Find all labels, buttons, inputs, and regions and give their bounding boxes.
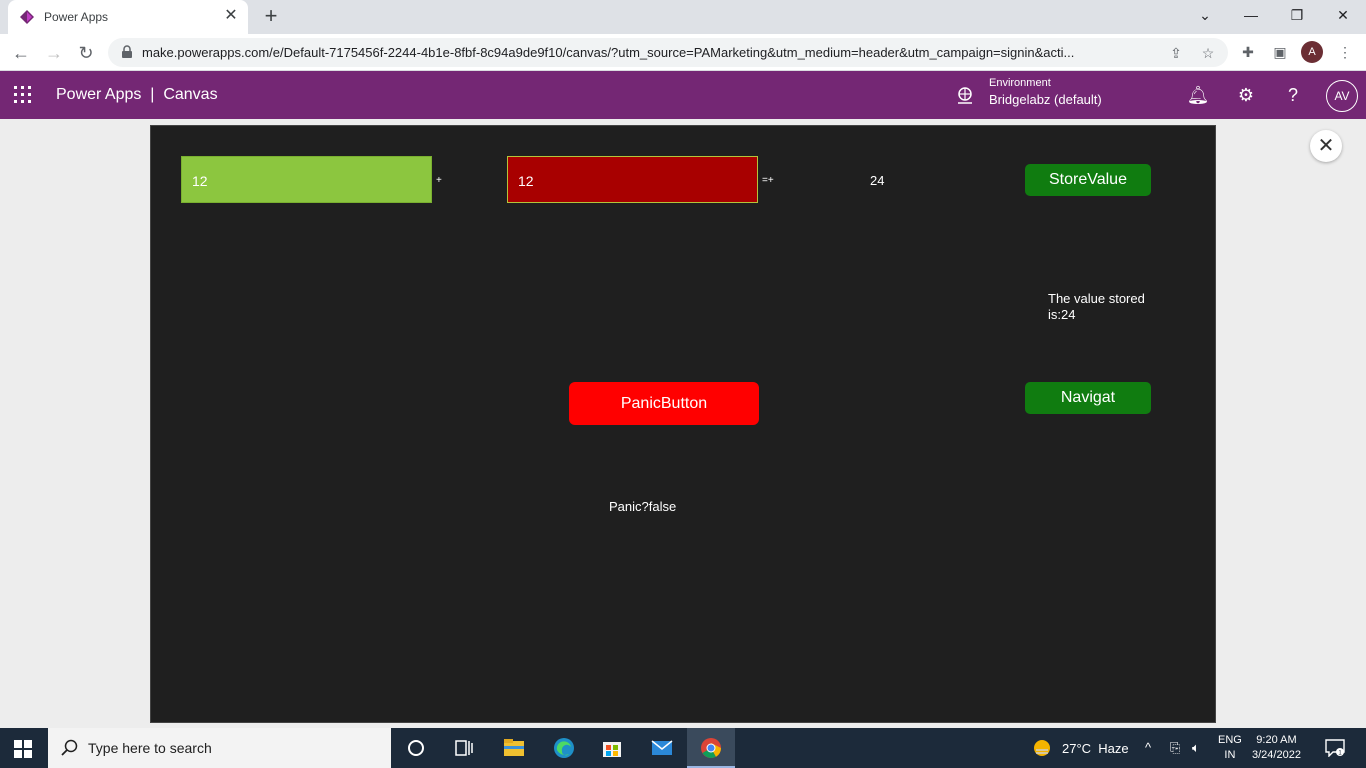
app-launcher-waffle-icon[interactable] [14, 86, 32, 104]
file-explorer-icon[interactable] [502, 736, 526, 760]
weather-haze-icon [1034, 740, 1050, 756]
browser-tab[interactable]: Power Apps ✕ [8, 0, 248, 34]
panic-status-label: Panic?false [609, 499, 677, 514]
stored-value-label: The value stored is:24 [1048, 291, 1145, 322]
environment-value[interactable]: Bridgelabz (default) [989, 92, 1102, 107]
address-bar-row: ← → ↻ make.powerapps.com/e/Default-71754… [0, 34, 1366, 71]
side-panel-icon[interactable]: ▣ [1269, 41, 1291, 63]
taskbar-search-box[interactable]: Type here to search [48, 728, 391, 768]
lock-icon [122, 45, 132, 58]
forward-arrow-icon[interactable]: → [42, 41, 66, 65]
windows-taskbar: Type here to search 27°C Haze ^ ⎘ 🔈︎ ENG… [0, 728, 1366, 768]
omnibox[interactable]: make.powerapps.com/e/Default-7175456f-22… [108, 38, 1228, 67]
chrome-taskbar-item[interactable] [687, 728, 735, 768]
plus-label: + [436, 175, 442, 186]
back-arrow-icon[interactable]: ← [9, 41, 33, 65]
reload-icon[interactable]: ↻ [74, 41, 98, 65]
store-value-button[interactable]: StoreValue [1025, 164, 1151, 196]
browser-menu-icon[interactable]: ⋮ [1334, 41, 1356, 63]
search-icon [61, 739, 78, 756]
network-icon[interactable]: ⎘ [1170, 740, 1180, 756]
language-code: ENG [1218, 734, 1242, 746]
app-title: Power Apps | Canvas [56, 86, 218, 103]
user-avatar[interactable]: AV [1326, 80, 1358, 112]
windows-start-icon[interactable] [14, 740, 32, 758]
tray-chevron-up-icon[interactable]: ^ [1145, 740, 1151, 755]
share-icon[interactable]: ⇪ [1166, 43, 1186, 63]
region-code: IN [1224, 749, 1236, 761]
power-apps-header: Power Apps | Canvas Environment Bridgela… [0, 71, 1366, 119]
url-text[interactable]: make.powerapps.com/e/Default-7175456f-22… [142, 45, 1142, 60]
window-close-icon[interactable]: ✕ [1328, 4, 1358, 26]
navigate-button[interactable]: Navigat [1025, 382, 1151, 414]
notification-center-icon[interactable]: 1 [1325, 739, 1345, 757]
equals-label: =+ [762, 175, 774, 186]
search-placeholder: Type here to search [88, 740, 212, 756]
tab-title: Power Apps [44, 10, 109, 24]
restore-icon[interactable]: ❐ [1282, 4, 1312, 26]
clock-date: 3/24/2022 [1252, 749, 1301, 761]
language-indicator[interactable]: ENG IN [1218, 733, 1242, 763]
help-question-icon[interactable]: ? [1281, 83, 1305, 107]
bookmark-star-icon[interactable]: ☆ [1198, 43, 1218, 63]
close-preview-icon[interactable]: ✕ [1310, 130, 1342, 162]
panic-button[interactable]: PanicButton [569, 382, 759, 425]
environment-icon [958, 87, 972, 104]
system-clock[interactable]: 9:20 AM 3/24/2022 [1252, 733, 1301, 763]
notifications-bell-icon[interactable]: 🔔︎ [1186, 83, 1210, 107]
weather-text[interactable]: 27°C Haze [1062, 741, 1129, 756]
tab-search-chevron-icon[interactable]: ⌄ [1190, 4, 1220, 26]
chrome-icon [701, 738, 722, 758]
tab-close-icon[interactable]: ✕ [222, 7, 240, 25]
volume-icon[interactable]: 🔈︎ [1192, 740, 1200, 756]
minimize-icon[interactable]: — [1236, 4, 1266, 26]
number-input-2[interactable]: 12 [507, 156, 758, 203]
mail-icon[interactable] [650, 736, 674, 760]
environment-label: Environment [989, 77, 1051, 89]
new-tab-button[interactable]: + [259, 5, 283, 29]
edge-browser-icon[interactable] [552, 736, 576, 760]
task-view-icon[interactable] [452, 736, 476, 760]
power-apps-logo-icon [20, 10, 34, 24]
browser-tab-strip: Power Apps ✕ + ⌄ — ❐ ✕ [0, 0, 1366, 34]
app-canvas: 12 + 12 =+ 24 StoreValue The value store… [150, 125, 1216, 723]
clock-time: 9:20 AM [1256, 734, 1297, 746]
microsoft-store-icon[interactable] [600, 736, 624, 760]
cortana-icon[interactable] [404, 736, 428, 760]
settings-gear-icon[interactable]: ⚙ [1234, 83, 1258, 107]
result-label: 24 [870, 173, 885, 188]
number-input-1[interactable]: 12 [181, 156, 432, 203]
extensions-puzzle-icon[interactable]: ✚ [1237, 41, 1259, 63]
browser-profile-avatar[interactable]: A [1301, 41, 1323, 63]
